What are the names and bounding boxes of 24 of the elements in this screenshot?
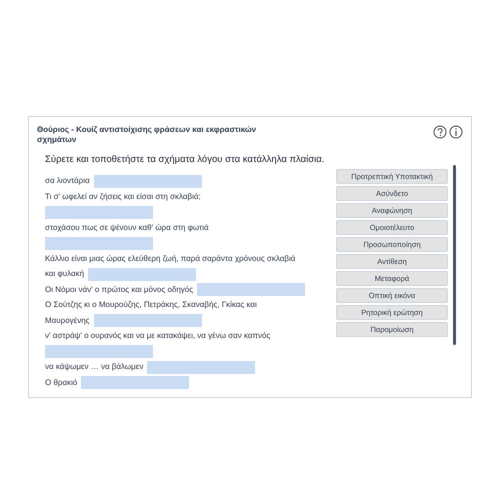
- drop-zone[interactable]: [45, 206, 153, 218]
- drop-zone[interactable]: [45, 345, 153, 358]
- sentence-text: σα λιοντάρια: [45, 175, 90, 187]
- sentence-text: Ο θρακιό: [45, 376, 78, 388]
- sentence-text: Μαυρογένης: [45, 314, 90, 326]
- info-icon[interactable]: [449, 125, 463, 139]
- card-title: Θούριος - Κουίζ αντιστοίχισης φράσεων και εκφραστικών σχημάτων: [37, 125, 258, 145]
- drop-zone[interactable]: [94, 314, 202, 327]
- drop-zone[interactable]: [197, 283, 306, 296]
- drop-zone[interactable]: [94, 174, 202, 188]
- sentence-text: και φυλακή: [45, 268, 84, 280]
- drop-zone[interactable]: [147, 360, 256, 374]
- sentence-text: Κάλλιο είναι μιας ώρας ελεύθερη ζωή, παρά σαράντα χρόνους σκλαβιά: [45, 252, 296, 264]
- sentence-text: Οι Νόμοι νάν' ο πρώτος και μόνος οδηγός: [45, 284, 194, 296]
- sentence-text: να κάψωμεν … να βάλωμεν: [45, 361, 144, 373]
- instruction-text: Σύρετε και τοποθετήστε τα σχήματα λόγου στα κατάλληλα πλαίσια.: [45, 153, 326, 167]
- sentence-text: ν' αστράψ' ο ουρανός και να με κατακάψει, να γένω σαν καπνός: [45, 330, 270, 342]
- drop-zone[interactable]: [81, 376, 190, 389]
- sentence-text: Τι σ' ωφελεί αν ζήσεις και είσαι στη σκλαβιά;: [45, 190, 201, 202]
- drop-zone[interactable]: [88, 268, 196, 280]
- sentence-text: Ο Σούτζης κι ο Μουρούζης, Πετράκης, Σκαναβής, Γκίκας και: [45, 299, 257, 311]
- drop-zone[interactable]: [45, 236, 153, 250]
- help-icon[interactable]: [433, 125, 447, 139]
- sentence-text: στοχάσου πως σε ψένουν καθ' ώρα στη φωτιά: [45, 222, 209, 234]
